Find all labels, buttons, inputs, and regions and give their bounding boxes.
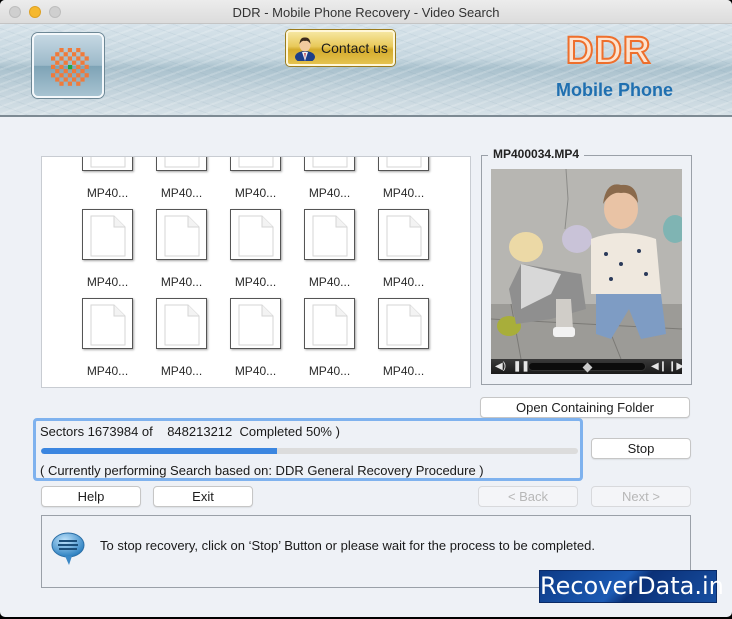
recoverdata-watermark: RecoverData.in [539,570,724,603]
blank-document-icon [386,304,422,346]
ddr-logo-icon [51,48,89,86]
help-button[interactable]: Help [41,486,141,507]
file-name: MP40... [86,364,129,378]
speech-bubble-icon [51,532,85,565]
blank-document-icon [164,304,200,346]
step-forward-icon[interactable]: ❙▶ [668,361,682,372]
blank-document-icon [238,304,274,346]
sector-progress-text: Sectors 1673984 of 848213212 Completed 5… [40,424,340,439]
stop-button[interactable]: Stop [591,438,691,459]
search-procedure-text: ( Currently performing Search based on: … [40,463,484,478]
title-bar: DDR - Mobile Phone Recovery - Video Sear… [0,0,732,24]
blank-document-icon [238,215,274,257]
seek-slider[interactable] [528,362,646,373]
file-item[interactable]: MP40... [223,298,283,384]
file-row: MP40... MP40... MP40... MP40... MP40... [42,298,452,387]
exit-button[interactable]: Exit [153,486,253,507]
preview-filename: MP400034.MP4 [488,147,585,161]
file-thumbnail[interactable] [230,298,281,349]
file-name: MP40... [86,186,129,200]
file-item[interactable]: MP40... [149,157,209,206]
file-name: MP40... [160,186,203,200]
file-thumbnail[interactable] [82,157,133,171]
file-thumbnail[interactable] [304,209,355,260]
blank-document-icon [312,215,348,257]
file-thumbnail[interactable] [82,298,133,349]
blank-document-icon [90,304,126,346]
file-name: MP40... [160,275,203,289]
file-thumbnail[interactable] [378,298,429,349]
open-containing-folder-button[interactable]: Open Containing Folder [480,397,690,418]
recovery-progress-panel: Sectors 1673984 of 848213212 Completed 5… [33,418,583,481]
blank-document-icon [164,215,200,257]
video-preview-panel: MP400034.MP4 ◀) ❚❚ ◀❙ ❙▶ [481,147,692,385]
blank-document-icon [238,157,274,168]
file-item[interactable]: MP40... [371,209,431,295]
file-name: MP40... [308,364,351,378]
file-name: MP40... [382,364,425,378]
file-thumbnail[interactable] [82,209,133,260]
recovered-files-grid: MP40... MP40... MP40... MP40... MP40... MP40.… [41,156,471,388]
file-thumbnail[interactable] [230,157,281,171]
file-thumbnail[interactable] [304,157,355,171]
file-item[interactable]: MP40... [149,209,209,295]
file-thumbnail[interactable] [304,298,355,349]
video-frame-image [491,169,682,359]
file-item[interactable]: MP40... [75,209,135,295]
blank-document-icon [312,157,348,168]
contact-us-button[interactable]: Contact us [286,30,395,66]
blank-document-icon [90,215,126,257]
file-thumbnail[interactable] [378,157,429,171]
file-name: MP40... [160,364,203,378]
file-thumbnail[interactable] [378,209,429,260]
file-name: MP40... [382,186,425,200]
seek-slider-knob[interactable] [582,362,593,373]
file-thumbnail[interactable] [230,209,281,260]
support-person-icon [295,37,315,61]
file-name: MP40... [308,275,351,289]
step-back-icon[interactable]: ◀❙ [651,361,667,372]
file-item[interactable]: MP40... [297,157,357,206]
video-player[interactable]: ◀) ❚❚ ◀❙ ❙▶ [491,169,682,374]
file-name: MP40... [234,275,277,289]
blank-document-icon [164,157,200,168]
file-item[interactable]: MP40... [149,298,209,384]
progress-bar-fill [41,448,278,454]
header-banner: Contact us DDR Mobile Phone [0,24,732,117]
blank-document-icon [386,157,422,168]
file-name: MP40... [86,275,129,289]
file-name: MP40... [308,186,351,200]
file-item[interactable]: MP40... [371,157,431,206]
app-window: DDR - Mobile Phone Recovery - Video Sear… [0,0,732,617]
file-item[interactable]: MP40... [223,209,283,295]
file-thumbnail[interactable] [156,209,207,260]
volume-icon[interactable]: ◀) [495,361,506,372]
status-message-text: To stop recovery, click on ‘Stop’ Button… [100,538,595,553]
file-item[interactable]: MP40... [223,157,283,206]
next-button[interactable]: Next > [591,486,691,507]
video-controls-bar: ◀) ❚❚ ◀❙ ❙▶ [491,359,682,374]
file-item[interactable]: MP40... [371,298,431,384]
window-title: DDR - Mobile Phone Recovery - Video Sear… [232,5,500,20]
file-name: MP40... [234,364,277,378]
app-logo-button[interactable] [32,33,104,98]
back-button[interactable]: < Back [478,486,578,507]
blank-document-icon [90,157,126,168]
file-row: MP40... MP40... MP40... MP40... MP40... [42,209,452,298]
file-item[interactable]: MP40... [297,298,357,384]
progress-bar [41,448,578,454]
file-item[interactable]: MP40... [75,157,135,206]
file-row: MP40... MP40... MP40... MP40... MP40... [42,157,452,209]
brand-logo-text: DDR [565,29,652,73]
file-item[interactable]: MP40... [297,209,357,295]
file-thumbnail[interactable] [156,298,207,349]
file-thumbnail[interactable] [156,157,207,171]
file-name: MP40... [234,186,277,200]
file-item[interactable]: MP40... [75,298,135,384]
contact-us-label: Contact us [321,40,388,56]
blank-document-icon [386,215,422,257]
brand-subtitle: Mobile Phone [556,80,673,100]
file-name: MP40... [382,275,425,289]
blank-document-icon [312,304,348,346]
